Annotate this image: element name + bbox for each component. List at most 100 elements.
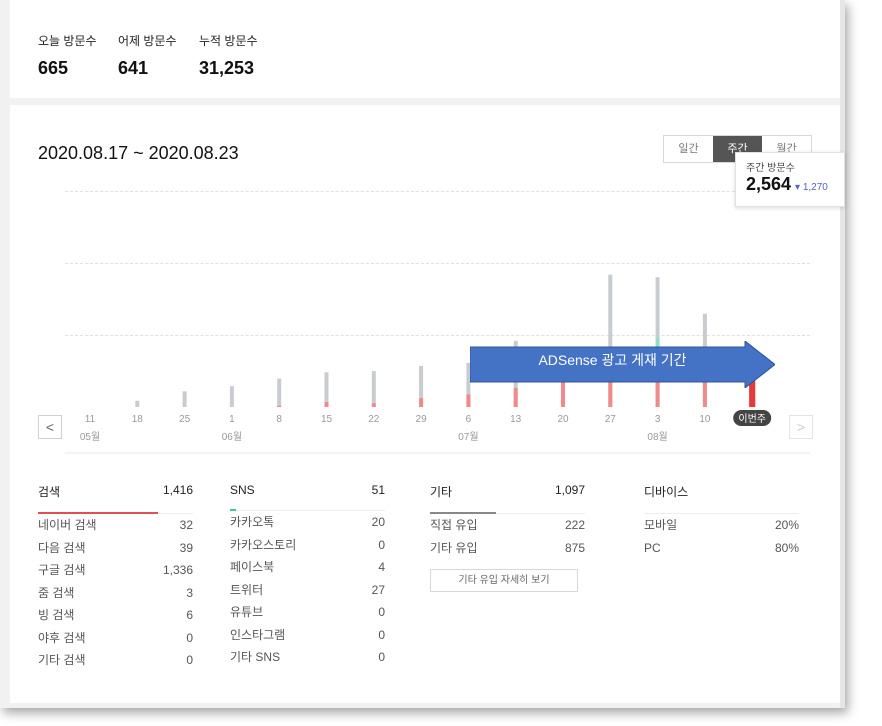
list-item: 야후 검색 0 <box>38 627 193 650</box>
category-name: 디바이스 <box>644 485 689 499</box>
x-tick-label: 8 <box>276 414 282 425</box>
list-item-value: 222 <box>564 518 585 532</box>
list-item-label: 줌 검색 <box>38 585 75 600</box>
other-inflow-detail-button[interactable]: 기타 유입 자세히 보기 <box>430 569 578 592</box>
next-week-button[interactable]: > <box>789 415 813 439</box>
category-name: SNS <box>230 483 255 497</box>
x-tick-label: 20 <box>557 414 569 425</box>
category-share-bar <box>38 512 158 514</box>
list-item: 인스타그램 0 <box>230 624 385 647</box>
category-total: 51 <box>371 483 385 497</box>
list-item: 줌 검색 3 <box>38 582 193 605</box>
weekly-visits-chart: 11 18 25 1 8 15 22 29 6 13 20 27 3 10 이번주05월 06월 07월 08월 <box>65 274 810 454</box>
category-header: 기타 1,097 <box>430 483 585 514</box>
list-item-value: 4 <box>378 560 385 574</box>
total-visits-value: 31,253 <box>199 58 255 78</box>
category-header: 검색 1,416 <box>38 483 193 514</box>
list-item: 기타 SNS 0 <box>230 646 385 669</box>
list-item-label: 기타 SNS <box>230 650 281 664</box>
category-name: 기타 <box>430 485 453 499</box>
total-visits: 누적 방문수 31,253 <box>199 32 258 79</box>
x-tick-label: 이번주 <box>738 413 766 425</box>
x-tick-label: 22 <box>368 414 380 425</box>
category-total: 1,416 <box>162 483 193 497</box>
list-item-label: 다음 검색 <box>38 540 86 555</box>
list-item: 직접 유입 222 <box>430 514 585 537</box>
list-item-value: 0 <box>186 630 193 645</box>
weekly-visits-tooltip: 주간 방문수 2,564 ▾ 1,270 <box>735 152 845 207</box>
adsense-period-label: ADSense 광고 게재 기간 <box>538 352 687 368</box>
tooltip-delta: ▾ 1,270 <box>795 182 828 193</box>
x-tick-label: 10 <box>699 414 711 425</box>
category-device: 디바이스 모바일 20% PC 80% <box>644 483 799 559</box>
list-item-value: 3 <box>186 585 193 600</box>
list-item-value: 80% <box>774 540 799 555</box>
list-item-value: 0 <box>378 537 385 552</box>
dashboard-frame: 오늘 방문수 665 어제 방문수 641 누적 방문수 31,253 20 20… <box>0 0 845 708</box>
prev-week-button[interactable]: < <box>38 415 62 439</box>
yesterday-visits-value: 641 <box>118 58 149 78</box>
bar-search <box>371 403 376 407</box>
x-tick-label: 6 <box>466 414 472 425</box>
bar-total <box>371 371 376 407</box>
list-item-value: 0 <box>186 653 193 667</box>
list-item-value: 32 <box>179 518 193 532</box>
bar-total <box>324 372 329 407</box>
bar-search <box>466 394 471 407</box>
bar-search <box>324 401 329 407</box>
x-tick-label: 25 <box>179 414 191 425</box>
total-visits-label: 누적 방문수 <box>199 34 258 48</box>
x-tick-label: 13 <box>510 414 522 425</box>
list-item-label: 유튜브 <box>230 605 264 619</box>
list-item-label: 기타 검색 <box>38 653 86 667</box>
today-visits-label: 오늘 방문수 <box>38 34 97 48</box>
list-item: 트위터 27 <box>230 579 385 602</box>
list-item: 기타 유입 875 <box>430 537 585 560</box>
visit-summary-panel: 오늘 방문수 665 어제 방문수 641 누적 방문수 31,253 <box>10 0 840 98</box>
month-label: 07월 <box>458 431 478 443</box>
list-item-value: 27 <box>371 582 385 597</box>
scroll-track[interactable] <box>840 0 845 708</box>
list-item: 다음 검색 39 <box>38 537 193 560</box>
list-item-value: 0 <box>378 650 385 664</box>
list-item: 유튜브 0 <box>230 601 385 624</box>
category-name: 검색 <box>38 485 61 499</box>
list-item: 빙 검색 6 <box>38 604 193 627</box>
bar-search <box>513 388 518 407</box>
list-item-label: 네이버 검색 <box>38 518 97 532</box>
list-item: 모바일 20% <box>644 514 799 537</box>
x-tick-label: 27 <box>605 414 617 425</box>
list-item: 네이버 검색 32 <box>38 514 193 537</box>
list-item-label: 빙 검색 <box>38 608 75 622</box>
list-item-value: 20% <box>774 518 799 532</box>
list-item-label: 카카오톡 <box>230 515 275 529</box>
list-item: 구글 검색 1,336 <box>38 559 193 582</box>
list-item-label: 페이스북 <box>230 560 275 574</box>
list-item-value: 875 <box>564 540 585 555</box>
month-label: 08월 <box>647 431 667 443</box>
yesterday-visits-label: 어제 방문수 <box>118 34 177 48</box>
category-header: SNS 51 <box>230 483 385 511</box>
list-item-value: 20 <box>371 515 385 529</box>
list-item-value: 6 <box>186 608 193 622</box>
list-item: 카카오스토리 0 <box>230 534 385 557</box>
category-total: 1,097 <box>554 483 585 497</box>
list-item-label: 카카오스토리 <box>230 537 297 552</box>
list-item: 페이스북 4 <box>230 556 385 579</box>
category-sns: SNS 51 카카오톡 20 카카오스토리 0 페이스북 4 트위터 27 유튜브 0 인스타그램 0 기타… <box>230 483 385 669</box>
bar-total <box>182 391 187 407</box>
today-visits: 오늘 방문수 665 <box>38 32 97 79</box>
today-visits-value: 665 <box>38 58 69 78</box>
bar-total <box>277 378 282 407</box>
visit-chart-panel: 2020.08.17 ~ 2020.08.23 일간 주간 월간 11 18 25 1… <box>10 105 840 703</box>
list-item-value: 0 <box>378 627 385 642</box>
x-tick-label: 15 <box>321 414 333 425</box>
x-tick-label: 3 <box>655 414 661 425</box>
list-item-label: 구글 검색 <box>38 563 86 577</box>
bar-total <box>135 400 140 407</box>
bar-search <box>277 405 282 407</box>
yesterday-visits: 어제 방문수 641 <box>118 32 177 79</box>
x-tick-label: 18 <box>132 414 144 425</box>
month-label: 05월 <box>80 431 100 443</box>
list-item-label: 직접 유입 <box>430 518 478 532</box>
